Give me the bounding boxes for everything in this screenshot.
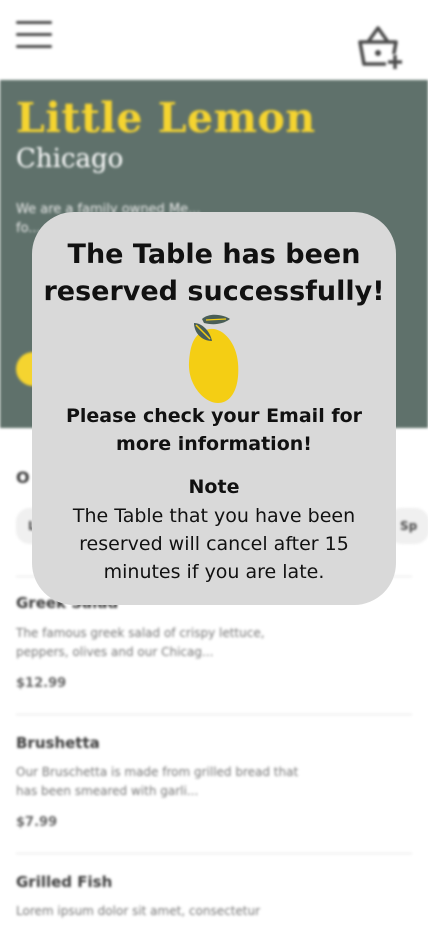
note-heading: Note — [188, 476, 240, 498]
reservation-success-dialog: The Table has been reserved successfully… — [32, 212, 396, 605]
dialog-message: Please check your Email for more informa… — [65, 405, 363, 455]
note-text: The Table that you have been reserved wi… — [72, 505, 356, 583]
lemon-icon — [188, 314, 239, 403]
dialog-title: The Table has been reserved successfully… — [43, 239, 385, 307]
